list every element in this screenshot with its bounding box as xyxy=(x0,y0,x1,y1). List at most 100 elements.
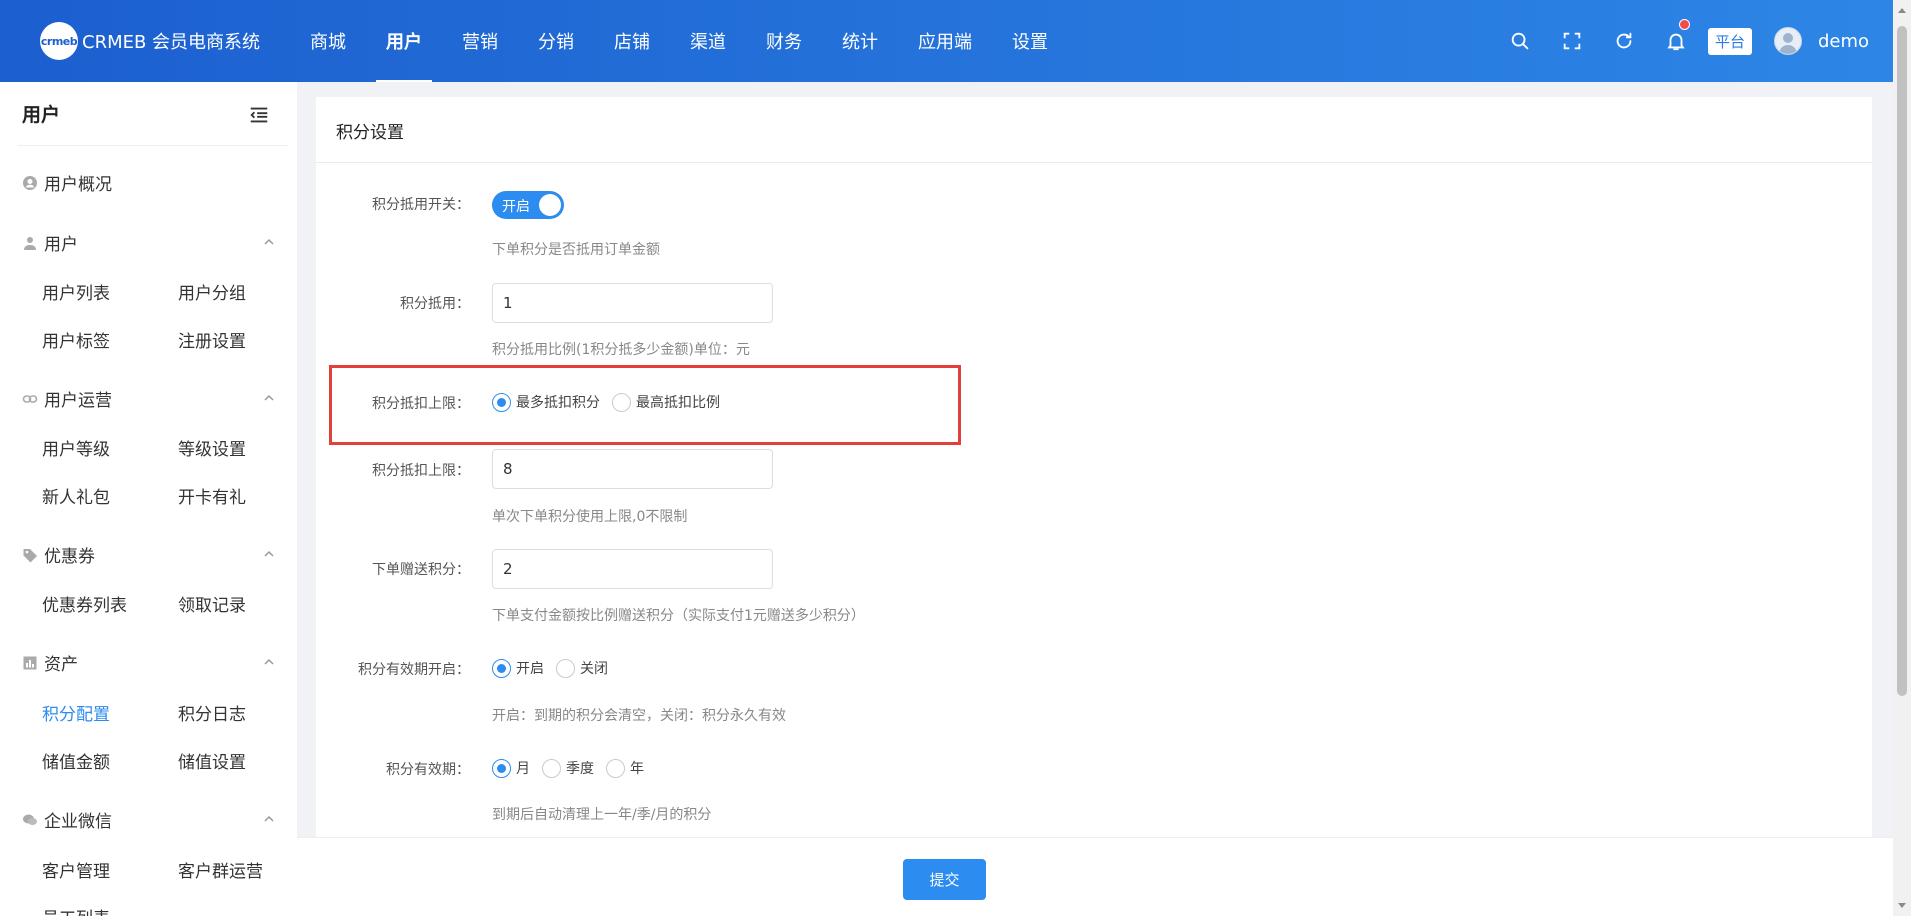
header-tools: 平台 demo xyxy=(1494,0,1869,82)
radio-dot xyxy=(542,758,561,778)
points-switch[interactable]: 开启 xyxy=(492,191,564,219)
sidebar-item-coupon-list[interactable]: 优惠券列表 xyxy=(42,591,127,616)
bar-chart-icon xyxy=(23,656,37,669)
sidebar: 用户 用户概况 用户 用户列表 用户分组 用户标签 注册设置 用户运营 用户等级… xyxy=(0,82,297,916)
nav-mall[interactable]: 商城 xyxy=(290,0,366,82)
sidebar-header: 用户 xyxy=(0,82,297,146)
nav-apps[interactable]: 应用端 xyxy=(898,0,992,82)
scroll-down-arrow-icon[interactable] xyxy=(1898,903,1906,908)
nav-channel[interactable]: 渠道 xyxy=(670,0,746,82)
points-deduct-help: 积分抵用比例(1积分抵多少金额)单位：元 xyxy=(492,342,750,358)
sidebar-item-user-tag[interactable]: 用户标签 xyxy=(42,327,110,352)
radio-label: 开启 xyxy=(516,661,544,677)
gift-points-input[interactable] xyxy=(492,549,773,589)
switch-text: 开启 xyxy=(502,199,530,215)
user-circle-icon xyxy=(23,175,37,190)
radio-label: 季度 xyxy=(566,761,594,777)
points-limit-input[interactable] xyxy=(492,449,773,489)
radio-label: 最高抵扣比例 xyxy=(636,395,720,411)
sidebar-item-label: 用户概况 xyxy=(44,175,112,195)
avatar[interactable] xyxy=(1773,27,1802,55)
nav-user[interactable]: 用户 xyxy=(366,0,442,82)
limit-value-label: 积分抵扣上限： xyxy=(372,463,470,479)
radio-period-quarter[interactable]: 季度 xyxy=(542,758,594,778)
nav-statistics[interactable]: 统计 xyxy=(822,0,898,82)
limit-type-label: 积分抵扣上限： xyxy=(372,396,470,412)
sidebar-item-customer-group-ops[interactable]: 客户群运营 xyxy=(178,857,263,882)
refresh-icon[interactable] xyxy=(1598,0,1650,82)
points-switch-help: 下单积分是否抵用订单金额 xyxy=(492,242,660,258)
sidebar-item-level-settings[interactable]: 等级设置 xyxy=(178,435,246,460)
radio-max-ratio[interactable]: 最高抵扣比例 xyxy=(612,392,720,412)
scroll-up-arrow-icon[interactable] xyxy=(1898,8,1906,13)
sidebar-item-claim-record[interactable]: 领取记录 xyxy=(178,591,246,616)
bell-icon[interactable] xyxy=(1650,0,1702,82)
sidebar-item-points-config[interactable]: 积分配置 xyxy=(42,700,110,725)
radio-expire-off[interactable]: 关闭 xyxy=(556,658,608,678)
tag-icon xyxy=(23,548,37,562)
sidebar-group-coupon[interactable]: 优惠券 xyxy=(22,542,95,567)
menu-collapse-icon[interactable] xyxy=(248,104,270,126)
sidebar-item-points-log[interactable]: 积分日志 xyxy=(178,700,246,725)
search-icon[interactable] xyxy=(1494,0,1546,82)
sidebar-item-stored-settings[interactable]: 储值设置 xyxy=(178,748,246,773)
radio-period-month[interactable]: 月 xyxy=(492,758,530,778)
points-deduct-input[interactable] xyxy=(492,283,773,323)
page-scrollbar[interactable] xyxy=(1893,0,1911,916)
chevron-up-icon[interactable] xyxy=(262,391,276,405)
sidebar-item-newbie-gift[interactable]: 新人礼包 xyxy=(42,483,110,508)
sidebar-divider xyxy=(18,145,288,146)
sidebar-group-ops[interactable]: 用户运营 xyxy=(22,386,112,411)
logo[interactable]: crmeb CRMEB 会员电商系统 xyxy=(40,22,260,60)
radio-label: 最多抵扣积分 xyxy=(516,395,600,411)
sidebar-group-assets[interactable]: 资产 xyxy=(22,650,78,675)
nav-distribution[interactable]: 分销 xyxy=(518,0,594,82)
platform-tag[interactable]: 平台 xyxy=(1707,27,1752,55)
sidebar-item-user-level[interactable]: 用户等级 xyxy=(42,435,110,460)
panel-divider xyxy=(316,162,1872,163)
radio-expire-on[interactable]: 开启 xyxy=(492,658,544,678)
sidebar-item-staff-list[interactable]: 员工列表 xyxy=(42,904,110,916)
switch-knob xyxy=(539,194,561,216)
sidebar-item-register-settings[interactable]: 注册设置 xyxy=(178,327,246,352)
radio-dot xyxy=(492,658,511,678)
radio-max-points[interactable]: 最多抵扣积分 xyxy=(492,392,600,412)
points-limit-help: 单次下单积分使用上限,0不限制 xyxy=(492,509,688,525)
radio-dot xyxy=(492,758,511,778)
sidebar-item-overview[interactable]: 用户概况 xyxy=(22,170,112,195)
sidebar-title: 用户 xyxy=(22,104,61,126)
sidebar-item-card-gift[interactable]: 开卡有礼 xyxy=(178,483,246,508)
expire-period-label: 积分有效期： xyxy=(386,762,470,778)
fullscreen-icon[interactable] xyxy=(1546,0,1598,82)
nav-store[interactable]: 店铺 xyxy=(594,0,670,82)
username[interactable]: demo xyxy=(1818,31,1869,52)
scroll-thumb[interactable] xyxy=(1897,26,1907,696)
sidebar-group-wecom[interactable]: 企业微信 xyxy=(22,807,112,832)
nav-finance[interactable]: 财务 xyxy=(746,0,822,82)
nav-marketing[interactable]: 营销 xyxy=(442,0,518,82)
radio-dot xyxy=(606,758,625,778)
chevron-up-icon[interactable] xyxy=(262,812,276,826)
sidebar-item-customer-mgmt[interactable]: 客户管理 xyxy=(42,857,110,882)
sidebar-group-label: 用户运营 xyxy=(44,391,112,411)
chevron-up-icon[interactable] xyxy=(262,655,276,669)
sidebar-item-stored-amount[interactable]: 储值金额 xyxy=(42,748,110,773)
sidebar-item-user-list[interactable]: 用户列表 xyxy=(42,279,110,304)
points-switch-label: 积分抵用开关： xyxy=(372,197,470,213)
logo-badge: crmeb xyxy=(40,22,78,60)
submit-button[interactable]: 提交 xyxy=(903,859,986,900)
nav-settings[interactable]: 设置 xyxy=(992,0,1068,82)
gift-points-label: 下单赠送积分： xyxy=(372,562,470,578)
chevron-up-icon[interactable] xyxy=(262,235,276,249)
radio-dot xyxy=(612,392,631,412)
top-nav: 商城 用户 营销 分销 店铺 渠道 财务 统计 应用端 设置 xyxy=(290,0,1068,82)
chat-icon xyxy=(23,814,37,825)
sidebar-group-user[interactable]: 用户 xyxy=(22,230,78,255)
brand-name: CRMEB 会员电商系统 xyxy=(82,32,261,53)
limit-type-radio-group: 最多抵扣积分 最高抵扣比例 xyxy=(492,392,732,412)
chevron-up-icon[interactable] xyxy=(262,547,276,561)
expire-switch-radio-group: 开启 关闭 xyxy=(492,658,620,678)
person-icon xyxy=(24,236,36,250)
sidebar-item-user-group[interactable]: 用户分组 xyxy=(178,279,246,304)
radio-period-year[interactable]: 年 xyxy=(606,758,644,778)
